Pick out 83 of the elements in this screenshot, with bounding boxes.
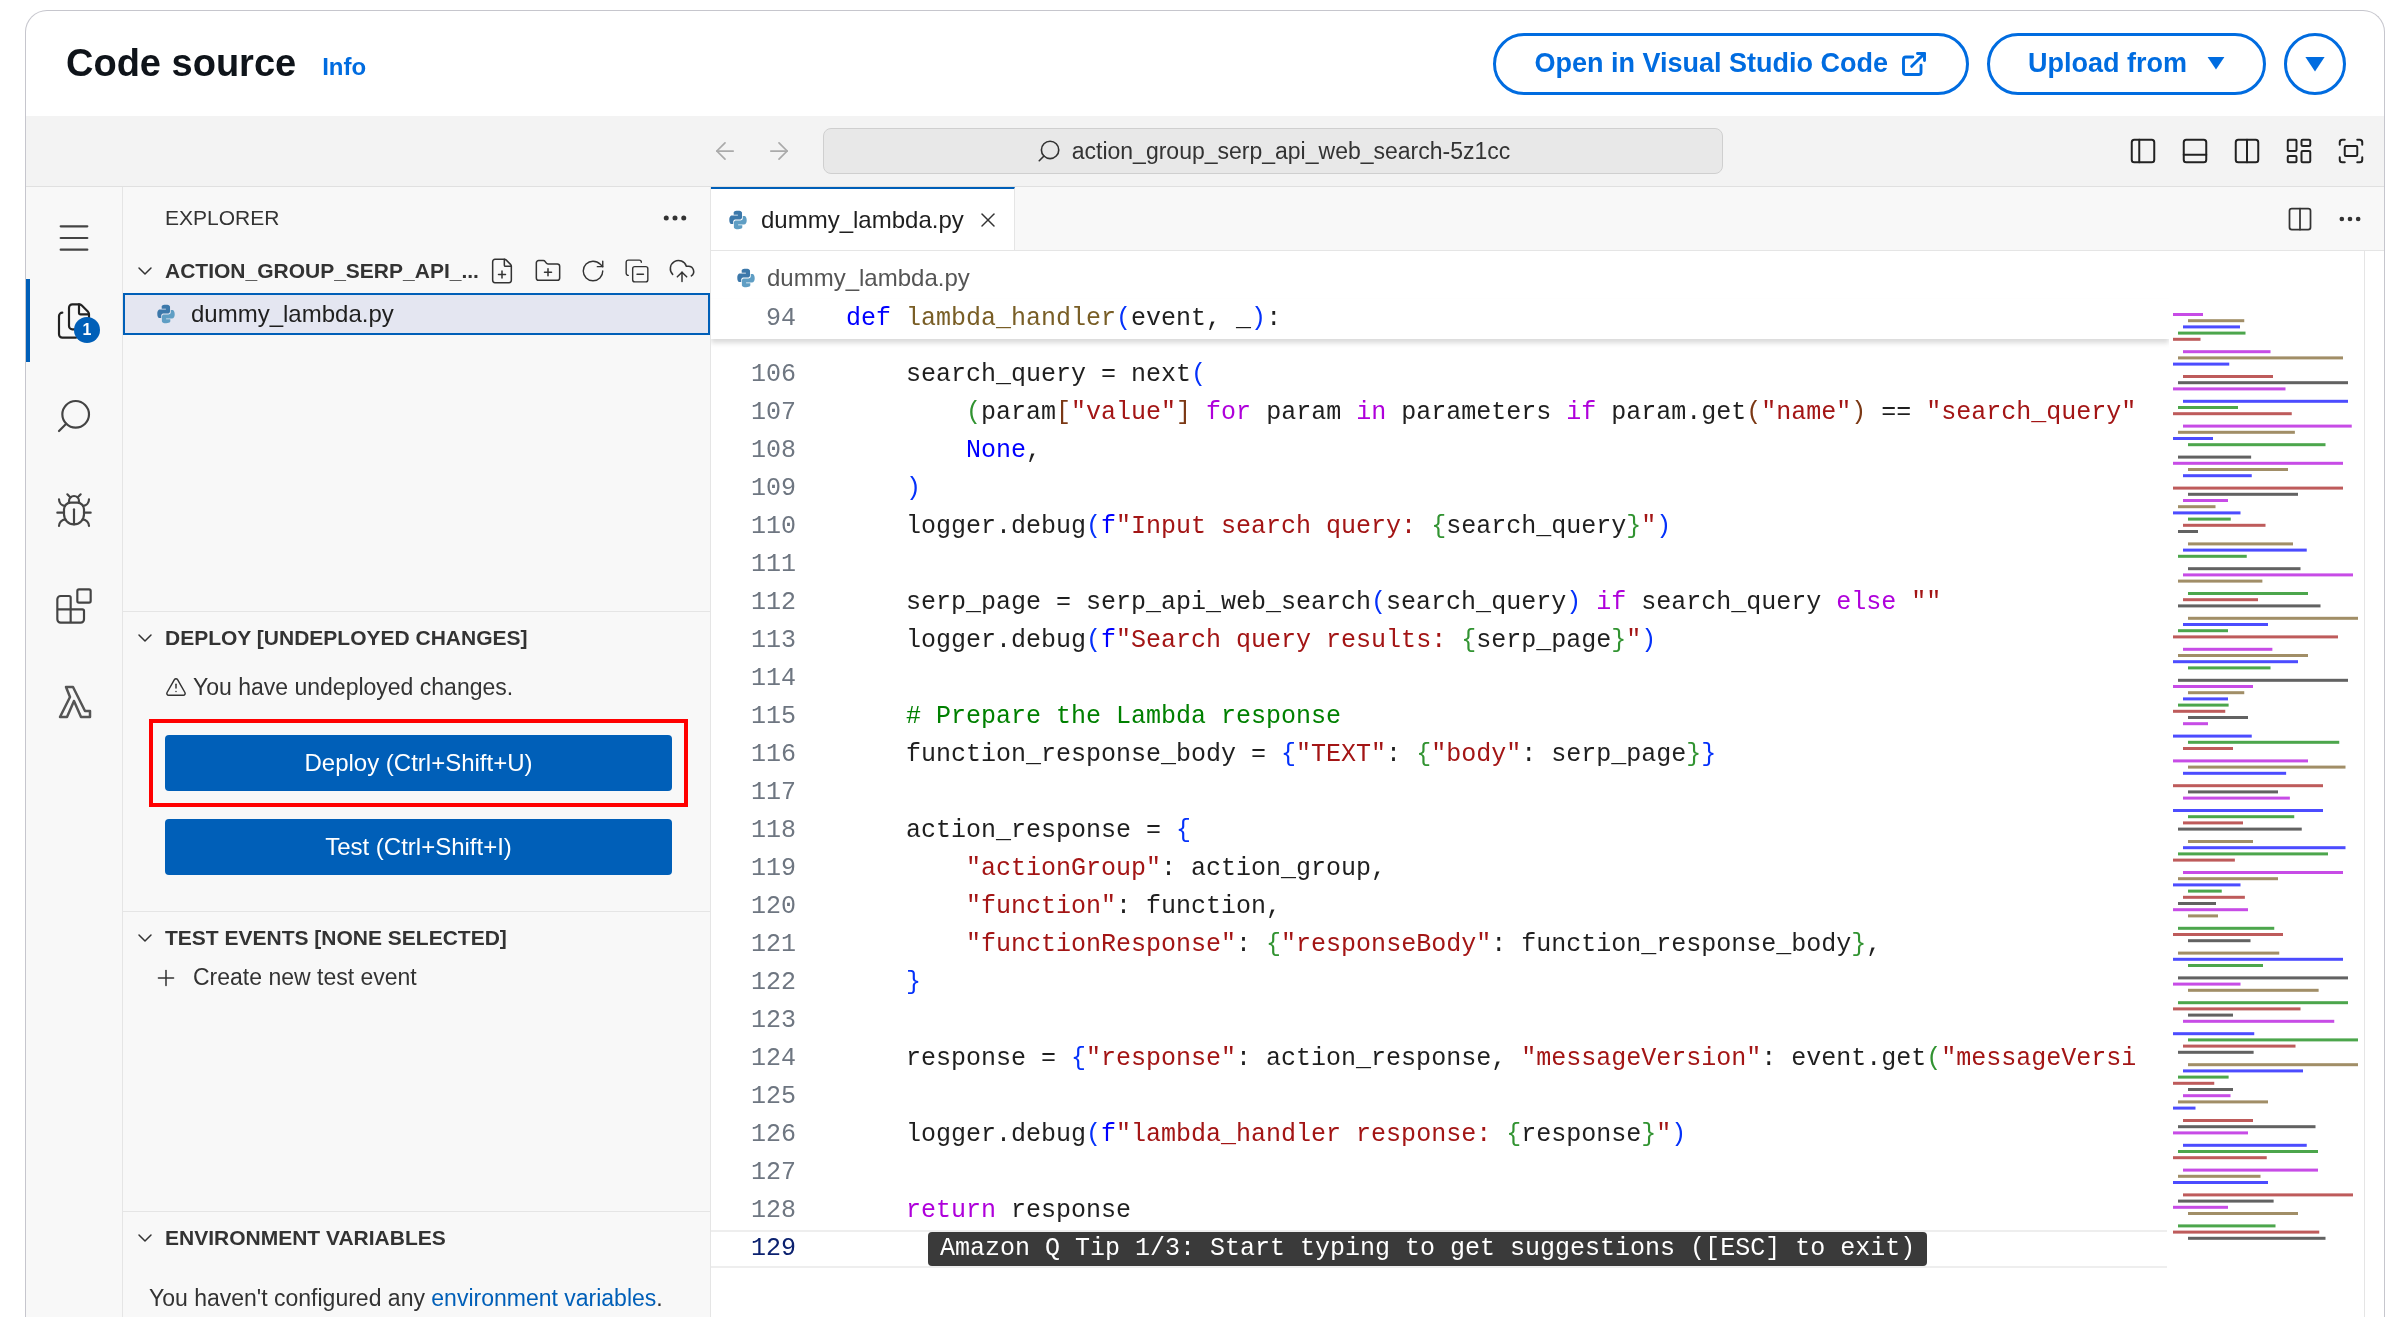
line-number: 106: [750, 359, 796, 392]
code-line: # Prepare the Lambda response: [905, 701, 1342, 734]
code-line: def lambda_handler(event, _):: [846, 303, 1282, 336]
cloud-upload-icon[interactable]: [668, 257, 696, 285]
section-title[interactable]: TEST EVENTS [NONE SELECTED]: [165, 921, 507, 954]
caret-icon: [2305, 56, 2325, 73]
python-file-icon: [155, 303, 177, 325]
python-file-icon: [735, 267, 757, 289]
line-number: 127: [750, 1157, 796, 1190]
warning-message: You have undeployed changes.: [193, 673, 514, 702]
line-number: 126: [750, 1119, 796, 1152]
code-line: return response: [905, 1195, 1132, 1228]
line-number: 115: [750, 701, 796, 734]
code-line: "functionResponse": {"responseBody": function_response_body},: [965, 929, 1882, 962]
line-number: 125: [750, 1081, 796, 1114]
code-line: (param["value"] for param in parameters if param.get("name") == "search_query": [965, 397, 2137, 430]
toggle-sidebar-icon[interactable]: [2128, 136, 2158, 166]
code-line: ): [905, 473, 921, 506]
line-number: 122: [750, 967, 796, 1000]
create-test-event-item[interactable]: Create new test event: [123, 957, 417, 998]
line-number: 129: [750, 1233, 796, 1266]
code-line: "function": function,: [965, 891, 1282, 924]
fullscreen-icon[interactable]: [2336, 136, 2366, 166]
section-title[interactable]: ENVIRONMENT VARIABLES: [165, 1221, 446, 1254]
code-line: logger.debug(f"lambda_handler response: {response}"): [905, 1119, 1687, 1152]
line-number: 120: [750, 891, 796, 924]
extensions-icon[interactable]: [54, 585, 94, 626]
code-line: action_response = {: [905, 815, 1192, 848]
amazon-q-tip: Amazon Q Tip 1/3: Start typing to get suggestions ([ESC] to exit): [928, 1232, 1928, 1266]
search-text: action_group_serp_api_web_search-5z1cc: [1071, 136, 1511, 166]
code-line: serp_page = serp_api_web_search(search_query) if search_query else "": [905, 587, 1942, 620]
line-number: 121: [750, 929, 796, 962]
code-line: None,: [965, 435, 1042, 468]
toggle-panel-icon[interactable]: [2180, 136, 2210, 166]
line-number: 119: [750, 853, 796, 886]
line-number: 109: [750, 473, 796, 506]
code-line: logger.debug(f"Input search query: {search_query}"): [905, 511, 1672, 544]
section-title[interactable]: DEPLOY [UNDEPLOYED CHANGES]: [165, 622, 528, 654]
line-number: 128: [750, 1195, 796, 1228]
explorer-title: EXPLORER: [165, 205, 280, 232]
deploy-button[interactable]: Deploy (Ctrl+Shift+U): [165, 734, 672, 791]
line-number: 114: [750, 663, 796, 696]
test-button[interactable]: Test (Ctrl+Shift+I): [165, 818, 672, 875]
line-number: 107: [750, 397, 796, 430]
line-number: 123: [750, 1005, 796, 1038]
line-number: 111: [750, 549, 796, 582]
more-options-button[interactable]: [2284, 32, 2346, 95]
line-number: 124: [750, 1043, 796, 1076]
environment-variables-link[interactable]: environment variables: [431, 1284, 657, 1311]
line-number: 108: [750, 435, 796, 468]
line-number: 117: [750, 777, 796, 810]
panel-title: Code source: [66, 41, 297, 86]
code-line: "actionGroup": action_group,: [965, 853, 1387, 886]
toggle-secondary-sidebar-icon[interactable]: [2232, 136, 2262, 166]
upload-from-button[interactable]: Upload from: [1987, 32, 2266, 95]
refresh-icon[interactable]: [580, 258, 606, 284]
line-number: 94: [765, 303, 796, 336]
line-number: 112: [750, 587, 796, 620]
breadcrumb[interactable]: dummy_lambda.py: [767, 260, 970, 296]
info-link[interactable]: Info: [322, 48, 367, 85]
code-line: logger.debug(f"Search query results: {serp_page}"): [905, 625, 1657, 658]
search-icon: [1035, 138, 1062, 164]
notification-badge: 1: [74, 317, 100, 343]
customize-layout-icon[interactable]: [2284, 136, 2314, 166]
line-number: 116: [750, 739, 796, 772]
line-number: 110: [750, 511, 796, 544]
environment-variables-message: You haven't configured any environment variables.: [148, 1283, 664, 1313]
caret-icon: [2207, 56, 2225, 71]
line-number: 113: [750, 625, 796, 658]
code-line: search_query = next(: [905, 359, 1207, 392]
folder-name[interactable]: ACTION_GROUP_SERP_API_...: [165, 255, 479, 287]
code-line: }: [905, 967, 921, 1000]
file-item[interactable]: dummy_lambda.py: [123, 293, 710, 335]
command-search-field[interactable]: action_group_serp_api_web_search-5z1cc: [823, 128, 1723, 174]
open-in-vscode-button[interactable]: Open in Visual Studio Code: [1493, 32, 1969, 95]
collapse-all-icon[interactable]: [624, 258, 650, 284]
external-link-icon: [1900, 49, 1928, 78]
python-file-icon: [727, 208, 749, 231]
line-number: 118: [750, 815, 796, 848]
code-line: function_response_body = {"TEXT": {"body": serp_page}}: [905, 739, 1717, 772]
editor-tab[interactable]: dummy_lambda.py: [711, 187, 1015, 250]
warning-icon: [165, 676, 187, 699]
code-line: response = {"response": action_response, "messageVersion": event.get("messageVersi: [905, 1043, 2137, 1076]
